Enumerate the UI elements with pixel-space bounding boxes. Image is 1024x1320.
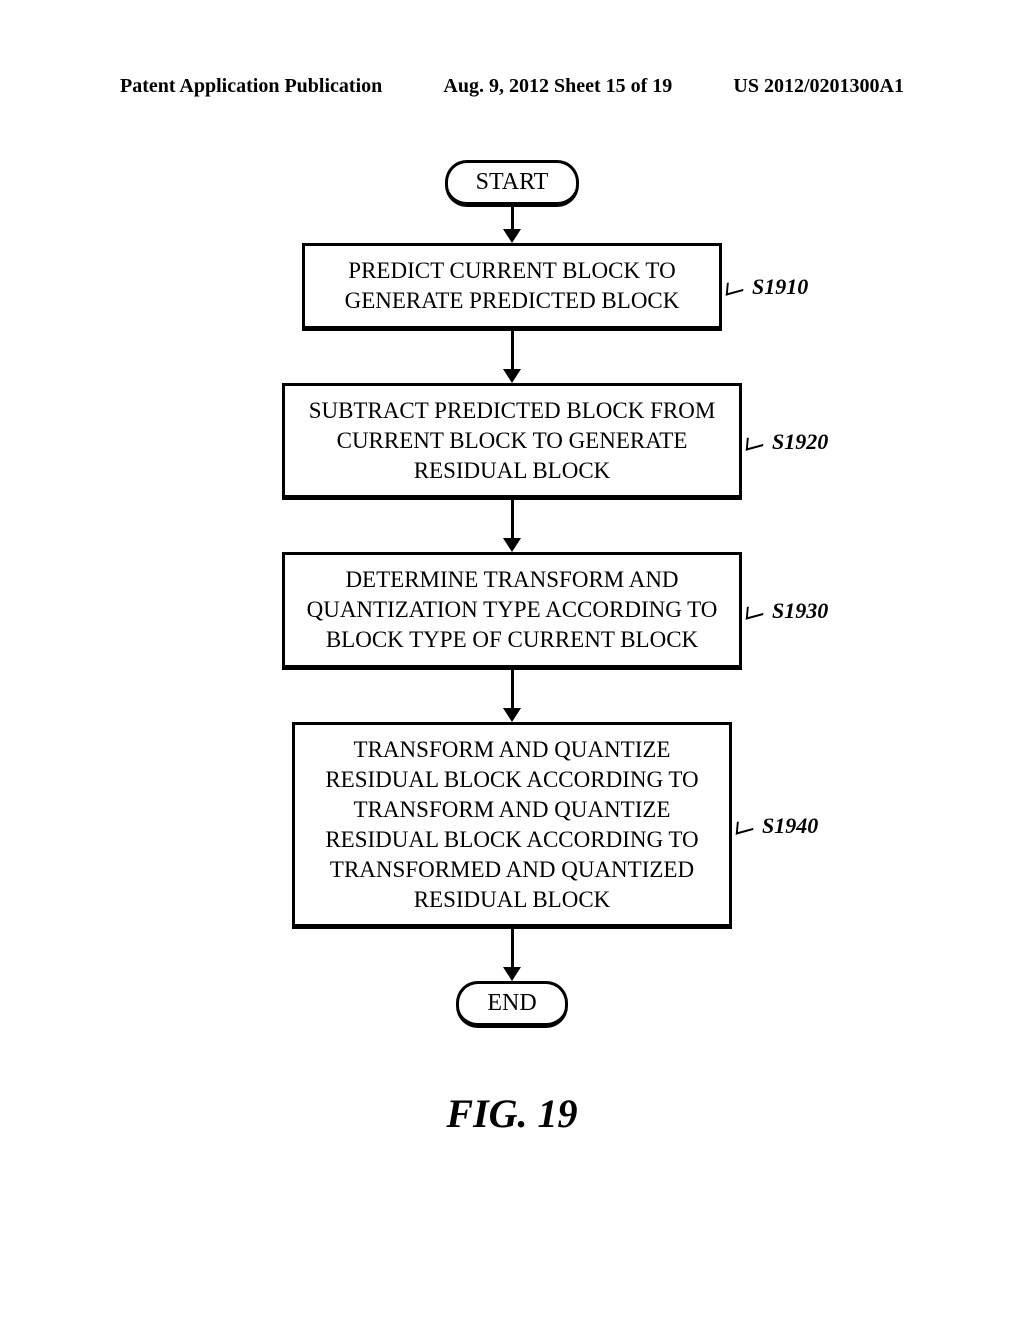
header-right: US 2012/0201300A1 [733, 75, 904, 98]
step-1-label: S1910 [722, 274, 808, 300]
arrow-icon [503, 929, 521, 981]
step-1-wrapper: PREDICT CURRENT BLOCK TOGENERATE PREDICT… [302, 243, 722, 331]
step-4-box: TRANSFORM AND QUANTIZERESIDUAL BLOCK ACC… [292, 722, 732, 929]
arrow-icon [503, 670, 521, 722]
arrow-icon [503, 207, 521, 243]
step-3-text: DETERMINE TRANSFORM ANDQUANTIZATION TYPE… [307, 567, 718, 652]
connector-icon [746, 603, 764, 620]
end-terminal: END [456, 981, 567, 1028]
step-3-label: S1930 [742, 598, 828, 624]
connector-icon [726, 278, 744, 295]
step-2-label: S1920 [742, 429, 828, 455]
step-4-label: S1940 [732, 813, 818, 839]
step-1-box: PREDICT CURRENT BLOCK TOGENERATE PREDICT… [302, 243, 722, 331]
header-left: Patent Application Publication [120, 75, 382, 98]
step-3-wrapper: DETERMINE TRANSFORM ANDQUANTIZATION TYPE… [282, 552, 742, 670]
start-terminal: START [445, 160, 580, 207]
figure-label: FIG. 19 [0, 1090, 1024, 1137]
arrow-icon [503, 500, 521, 552]
step-3-box: DETERMINE TRANSFORM ANDQUANTIZATION TYPE… [282, 552, 742, 670]
flowchart: START PREDICT CURRENT BLOCK TOGENERATE P… [0, 160, 1024, 1028]
step-2-wrapper: SUBTRACT PREDICTED BLOCK FROMCURRENT BLO… [282, 383, 742, 501]
step-4-text: TRANSFORM AND QUANTIZERESIDUAL BLOCK ACC… [325, 737, 698, 911]
arrow-icon [503, 331, 521, 383]
header-center: Aug. 9, 2012 Sheet 15 of 19 [443, 75, 672, 98]
step-2-box: SUBTRACT PREDICTED BLOCK FROMCURRENT BLO… [282, 383, 742, 501]
step-4-wrapper: TRANSFORM AND QUANTIZERESIDUAL BLOCK ACC… [292, 722, 732, 929]
page-header: Patent Application Publication Aug. 9, 2… [0, 75, 1024, 98]
connector-icon [746, 433, 764, 450]
step-1-text: PREDICT CURRENT BLOCK TOGENERATE PREDICT… [345, 258, 680, 313]
step-2-text: SUBTRACT PREDICTED BLOCK FROMCURRENT BLO… [309, 398, 716, 483]
connector-icon [736, 817, 754, 834]
